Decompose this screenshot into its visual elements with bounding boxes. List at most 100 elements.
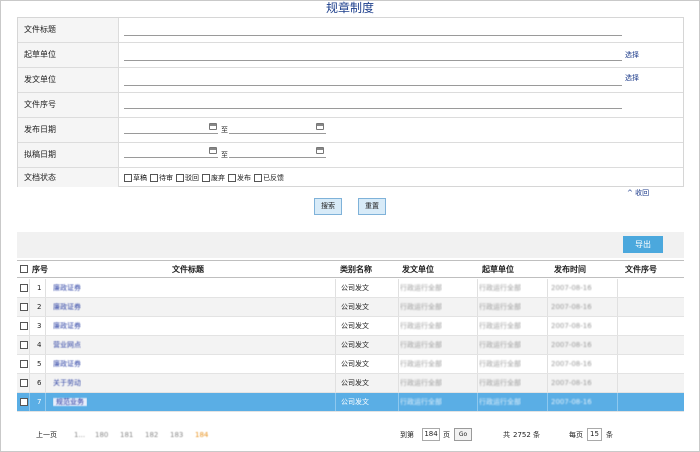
row-checkbox[interactable] [20,279,29,297]
header-draft-unit: 起草单位 [482,265,514,274]
page-link[interactable]: 1... [74,428,85,442]
draft-unit-pick-link[interactable]: 选择 [625,50,639,60]
publish-date-to-input[interactable] [229,133,326,134]
export-button[interactable]: 导出 [623,236,663,253]
go-button[interactable]: Go [454,428,472,441]
doc-title-input[interactable] [124,35,622,36]
checkbox[interactable] [20,322,28,330]
draft-date-from-input[interactable] [124,157,218,158]
collapse-link[interactable]: ^ 收回 [627,188,649,198]
status-option-published[interactable]: 发布 [228,173,251,183]
calendar-icon[interactable] [209,123,217,130]
draft-unit-input[interactable] [124,60,622,61]
goto-prefix: 到第 [400,431,414,439]
doc-title-link[interactable]: 廉政证券 [53,322,81,330]
cell-title[interactable]: 廉政证券 [53,279,81,297]
row-checkbox[interactable] [20,355,29,373]
doc-title-link[interactable]: 廉政证券 [53,360,81,368]
checkbox[interactable] [20,341,28,349]
column-divider [547,355,548,373]
issue-unit-pick-link[interactable]: 选择 [625,73,639,83]
cell-title[interactable]: 廉政证券 [53,298,81,316]
cell-text: 2007-08-16 [551,284,592,292]
checkbox[interactable] [20,284,28,292]
cell-text: 行政运行全部 [400,398,442,406]
publish-date-from-input[interactable] [124,133,218,134]
doc-title-link[interactable]: 廉政证券 [53,303,81,311]
row-checkbox[interactable] [20,393,29,411]
table-row[interactable]: 1 廉政证券 公司发文 行政运行全部 行政运行全部 2007-08-16 [17,279,684,298]
status-option-discarded[interactable]: 废弃 [202,173,225,183]
column-divider [29,298,30,316]
cell-text: 行政运行全部 [479,379,521,387]
goto-page-input[interactable]: 184 [422,428,440,441]
prev-page-link[interactable]: 上一页 [36,428,57,442]
column-divider [477,336,478,354]
page-link[interactable]: 180 [95,428,108,442]
page-link[interactable]: 181 [120,428,133,442]
cell-text: 2007-08-16 [551,341,592,349]
doc-serial-input[interactable] [124,108,622,109]
page-link[interactable]: 183 [170,428,183,442]
row-checkbox[interactable] [20,374,29,392]
column-divider [617,336,618,354]
issue-unit-input[interactable] [124,85,622,86]
cell-text: 6 [37,379,42,387]
checkbox[interactable] [202,174,210,182]
cell-title[interactable]: 关于劳动 [53,374,81,392]
table-row[interactable]: 2 廉政证券 公司发文 行政运行全部 行政运行全部 2007-08-16 [17,298,684,317]
cell-title[interactable]: 营业网点 [53,336,81,354]
column-divider [547,279,548,297]
status-option-feedback[interactable]: 已反馈 [254,173,284,183]
page-link[interactable]: 182 [145,428,158,442]
column-divider [335,279,336,297]
calendar-icon[interactable] [316,123,324,130]
header-title: 文件标题 [172,265,204,274]
row-checkbox[interactable] [20,298,29,316]
cell-text: 公司发文 [341,379,369,387]
cell-text: 2007-08-16 [551,322,592,330]
column-divider [547,298,548,316]
table-row[interactable]: 5 廉政证券 公司发文 行政运行全部 行政运行全部 2007-08-16 [17,355,684,374]
row-checkbox[interactable] [20,336,29,354]
column-divider [547,374,548,392]
cell-title[interactable]: 规范业务 [53,393,87,411]
checkbox[interactable] [20,398,28,406]
doc-title-link[interactable]: 营业网点 [53,341,81,349]
checkbox[interactable] [176,174,184,182]
row-checkbox[interactable] [20,317,29,335]
table-row[interactable]: 3 廉政证券 公司发文 行政运行全部 行政运行全部 2007-08-16 [17,317,684,336]
column-divider [45,355,46,373]
reset-button[interactable]: 重置 [358,198,386,215]
per-page-input[interactable]: 15 [587,428,602,441]
status-option-rejected[interactable]: 驳回 [176,173,199,183]
checkbox[interactable] [20,379,28,387]
checkbox[interactable] [228,174,236,182]
checkbox[interactable] [20,360,28,368]
cell-title[interactable]: 廉政证券 [53,355,81,373]
cell-category: 公司发文 [341,393,369,411]
doc-title-link[interactable]: 规范业务 [53,398,87,406]
cell-text: 行政运行全部 [400,379,442,387]
select-all-checkbox[interactable] [20,265,29,275]
checkbox[interactable] [20,303,28,311]
search-button[interactable]: 搜索 [314,198,342,215]
cell-title[interactable]: 廉政证券 [53,317,81,335]
checkbox[interactable] [150,174,158,182]
table-row[interactable]: 6 关于劳动 公司发文 行政运行全部 行政运行全部 2007-08-16 [17,374,684,393]
status-option-draft[interactable]: 草稿 [124,173,147,183]
doc-title-link[interactable]: 关于劳动 [53,379,81,387]
cell-no: 1 [37,279,41,297]
checkbox[interactable] [254,174,262,182]
cell-category: 公司发文 [341,374,369,392]
draft-date-to-input[interactable] [229,157,326,158]
calendar-icon[interactable] [209,147,217,154]
calendar-icon[interactable] [316,147,324,154]
table-row[interactable]: 7 规范业务 公司发文 行政运行全部 行政运行全部 2007-08-16 [17,393,684,412]
doc-title-link[interactable]: 廉政证券 [53,284,81,292]
status-option-pending[interactable]: 待审 [150,173,173,183]
cell-issue-unit: 行政运行全部 [400,355,442,373]
table-row[interactable]: 4 营业网点 公司发文 行政运行全部 行政运行全部 2007-08-16 [17,336,684,355]
checkbox[interactable] [124,174,132,182]
cell-draft-unit: 行政运行全部 [479,374,521,392]
